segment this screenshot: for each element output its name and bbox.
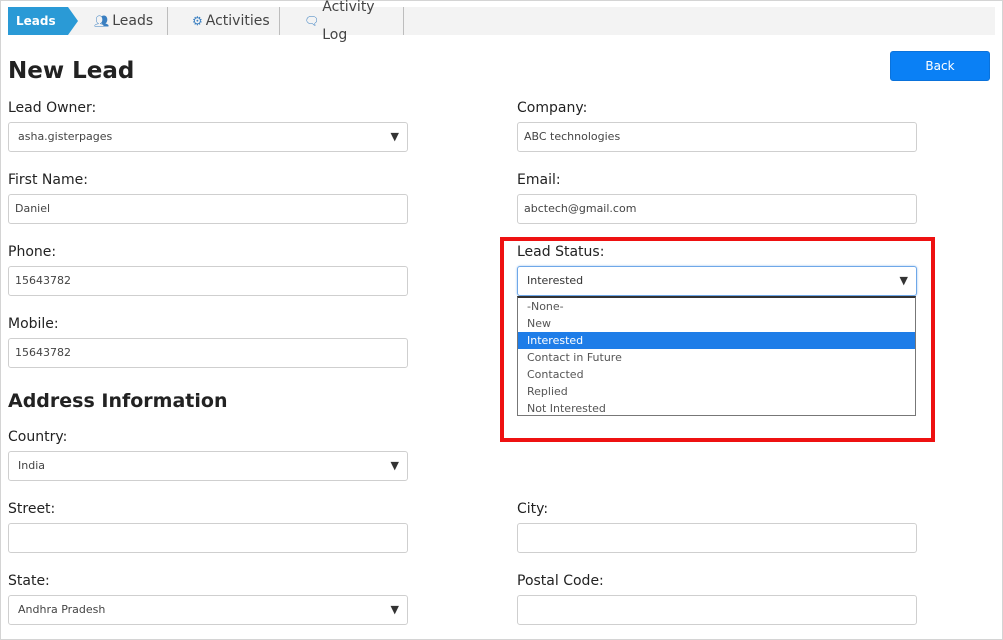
chat-bubbles-icon: 🗨︎	[304, 14, 320, 28]
tab-activities[interactable]: ⚙︎ Activities	[168, 7, 280, 35]
phone-input[interactable]: 15643782	[8, 266, 408, 296]
street-input[interactable]	[8, 523, 408, 553]
mobile-label: Mobile:	[8, 316, 59, 332]
company-value: ABC technologies	[524, 130, 621, 143]
address-section-title: Address Information	[8, 390, 228, 412]
email-input[interactable]: abctech@gmail.com	[517, 194, 917, 224]
top-nav: Leads 👥︎ Leads ⚙︎ Activities 🗨︎ Activity…	[8, 0, 995, 43]
tab-label: Activities	[205, 13, 270, 29]
tab-activity-log[interactable]: 🗨︎ Activity Log	[280, 0, 404, 43]
phone-label: Phone:	[8, 244, 57, 260]
caret-down-icon: ▼	[390, 130, 399, 143]
first-name-input[interactable]: Daniel	[8, 194, 408, 224]
tab-label: Activity Log	[322, 0, 375, 43]
back-button[interactable]: Back	[890, 51, 990, 81]
lead-owner-label: Lead Owner:	[8, 100, 97, 116]
caret-down-icon: ▼	[390, 459, 399, 472]
users-icon: 👥︎	[94, 14, 110, 28]
lead-owner-select[interactable]: asha.gisterpages ▼	[8, 122, 408, 152]
tab-label: Leads	[112, 13, 154, 29]
postal-code-label: Postal Code:	[517, 573, 604, 589]
city-input[interactable]	[517, 523, 917, 553]
tab-leads[interactable]: 👥︎ Leads	[76, 7, 168, 35]
phone-value: 15643782	[15, 274, 71, 287]
state-select[interactable]: Andhra Pradesh ▼	[8, 595, 408, 625]
country-label: Country:	[8, 429, 68, 445]
state-label: State:	[8, 573, 50, 589]
email-label: Email:	[517, 172, 561, 188]
company-label: Company:	[517, 100, 588, 116]
nav-badge-leads: Leads	[8, 7, 78, 35]
country-value: India	[18, 459, 45, 472]
caret-down-icon: ▼	[390, 603, 399, 616]
street-label: Street:	[8, 501, 56, 517]
company-input[interactable]: ABC technologies	[517, 122, 917, 152]
postal-code-input[interactable]	[517, 595, 917, 625]
gears-icon: ⚙︎	[192, 14, 203, 28]
lead-owner-value: asha.gisterpages	[18, 130, 113, 143]
mobile-input[interactable]: 15643782	[8, 338, 408, 368]
email-value: abctech@gmail.com	[524, 202, 637, 215]
country-select[interactable]: India ▼	[8, 451, 408, 481]
state-value: Andhra Pradesh	[18, 603, 106, 616]
city-label: City:	[517, 501, 549, 517]
first-name-value: Daniel	[15, 202, 51, 215]
first-name-label: First Name:	[8, 172, 88, 188]
mobile-value: 15643782	[15, 346, 71, 359]
page-title: New Lead	[8, 58, 135, 84]
annotation-highlight-box	[500, 237, 935, 442]
